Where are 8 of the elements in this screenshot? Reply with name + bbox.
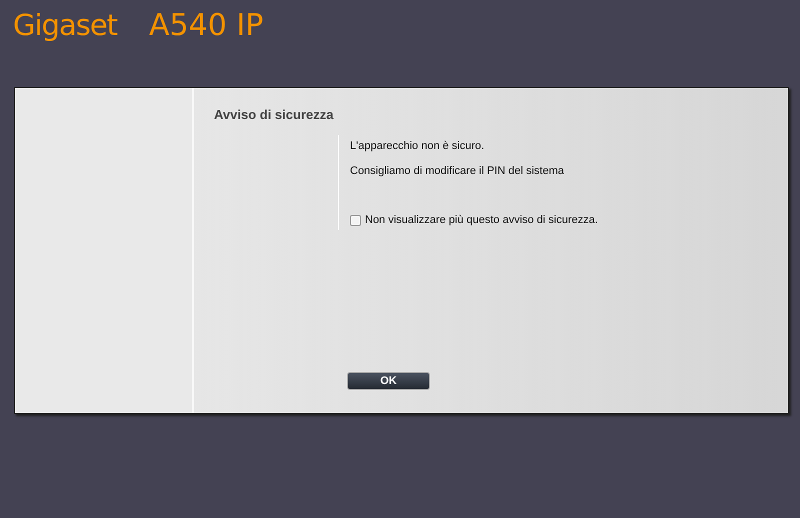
checkbox[interactable]: [350, 214, 361, 226]
checkbox-label: Non visualizzare più questo avviso di sicurezza.: [365, 214, 598, 226]
message-text: Consigliamo di modificare il PIN del sistema: [350, 165, 565, 177]
model-name: A540 IP: [149, 8, 264, 43]
ok-button[interactable]: OK: [347, 372, 430, 390]
dialog-title: Avviso di sicurezza: [214, 107, 334, 122]
message-text: L'apparecchio non è sicuro.: [350, 140, 486, 152]
brand-logo: Gigaset: [13, 8, 118, 42]
